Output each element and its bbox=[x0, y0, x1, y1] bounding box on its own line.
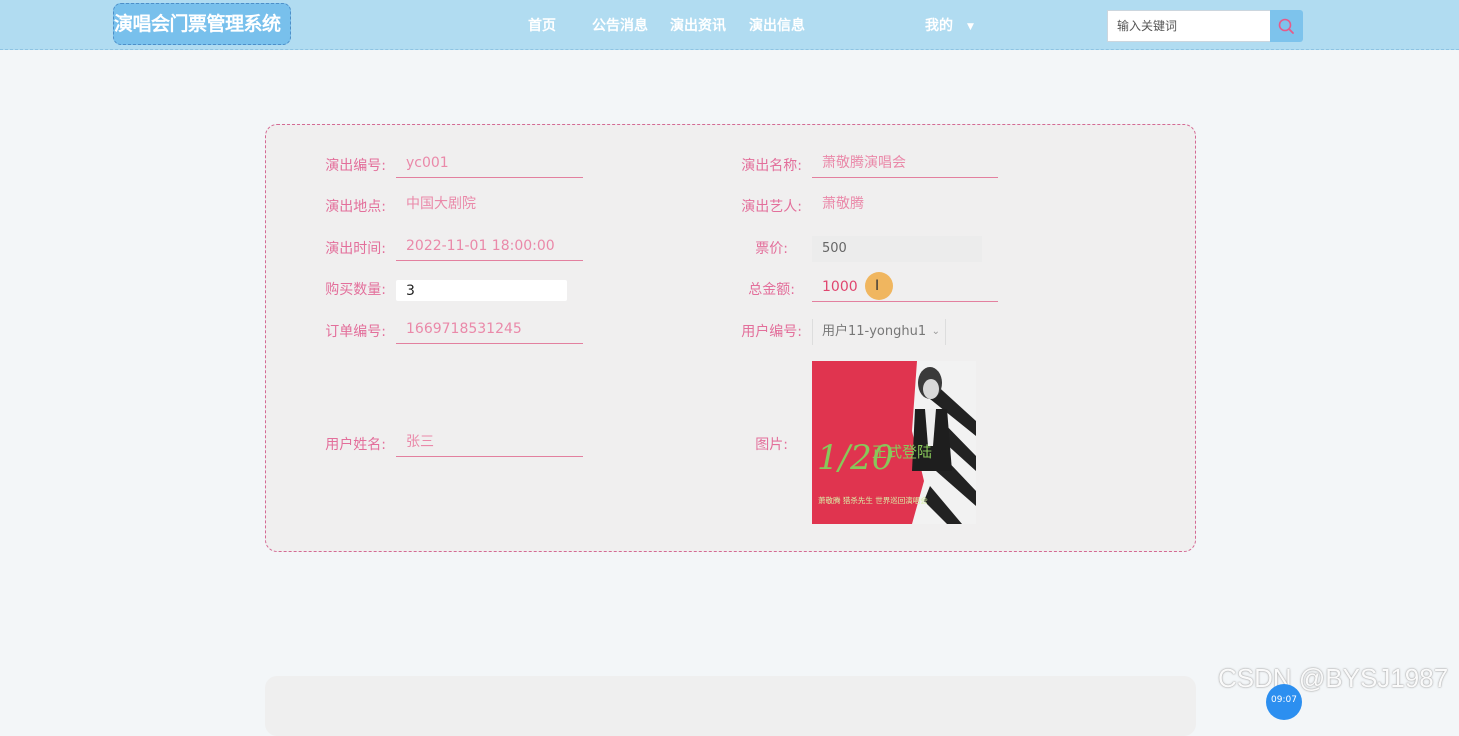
price-label: 票价: bbox=[755, 241, 788, 257]
watermark-text: CSDN @BYSJ1987 bbox=[1218, 663, 1449, 693]
nav-show-news[interactable]: 演出资讯 bbox=[670, 15, 726, 37]
poster-tagline-text: 萧敬腾 猎杀先生 世界巡回演唱会 bbox=[818, 495, 928, 505]
show-name-label: 演出名称: bbox=[741, 158, 802, 174]
user-no-value: 用户11-yonghu1 bbox=[822, 324, 927, 339]
order-no-label: 订单编号: bbox=[325, 324, 386, 340]
order-no-field[interactable]: 1669718531245 bbox=[396, 314, 583, 344]
user-name-field[interactable]: 张三 bbox=[396, 427, 583, 457]
user-no-label: 用户编号: bbox=[741, 324, 802, 340]
time-label: 演出时间: bbox=[325, 241, 386, 257]
show-name-field[interactable]: 萧敬腾演唱会 bbox=[812, 148, 998, 178]
top-navbar: 演唱会门票管理系统 首页 公告消息 演出资讯 演出信息 我的 ▼ bbox=[0, 0, 1459, 50]
image-label: 图片: bbox=[755, 437, 788, 453]
search-icon bbox=[1278, 18, 1294, 34]
chevron-down-icon[interactable]: ▼ bbox=[967, 17, 974, 37]
nav-show-info[interactable]: 演出信息 bbox=[749, 15, 805, 37]
total-field[interactable]: 1000 bbox=[812, 272, 998, 302]
poster-headline-text: 正式登陆 bbox=[872, 443, 932, 461]
show-no-field[interactable]: yc001 bbox=[396, 148, 583, 178]
nav-announcements[interactable]: 公告消息 bbox=[592, 15, 648, 37]
concert-poster-image[interactable]: 1/20 正式登陆 萧敬腾 猎杀先生 世界巡回演唱会 bbox=[812, 361, 976, 524]
venue-field[interactable]: 中国大剧院 bbox=[396, 189, 583, 219]
qty-label: 购买数量: bbox=[325, 282, 386, 298]
user-name-label: 用户姓名: bbox=[325, 437, 386, 453]
clock-badge: 09:07 bbox=[1266, 684, 1302, 720]
venue-label: 演出地点: bbox=[325, 199, 386, 215]
search-input[interactable] bbox=[1107, 10, 1271, 42]
nav-user-menu[interactable]: 我的 bbox=[925, 15, 953, 37]
user-no-select[interactable]: 用户11-yonghu1 ⌄ bbox=[812, 319, 946, 345]
poster-artwork: 1/20 正式登陆 萧敬腾 猎杀先生 世界巡回演唱会 bbox=[812, 361, 976, 524]
search-button[interactable] bbox=[1270, 10, 1303, 42]
show-no-label: 演出编号: bbox=[325, 158, 386, 174]
price-field: 500 bbox=[812, 236, 982, 262]
chevron-down-icon: ⌄ bbox=[931, 326, 940, 337]
bottom-section-card bbox=[265, 676, 1196, 736]
artist-field[interactable]: 萧敬腾 bbox=[812, 189, 998, 219]
site-brand[interactable]: 演唱会门票管理系统 bbox=[113, 3, 291, 45]
time-field[interactable]: 2022-11-01 18:00:00 bbox=[396, 231, 583, 261]
total-label: 总金额: bbox=[748, 282, 795, 298]
text-cursor-icon: I bbox=[875, 278, 880, 294]
artist-label: 演出艺人: bbox=[741, 199, 802, 215]
nav-home[interactable]: 首页 bbox=[528, 15, 556, 37]
quantity-input[interactable] bbox=[396, 280, 567, 301]
